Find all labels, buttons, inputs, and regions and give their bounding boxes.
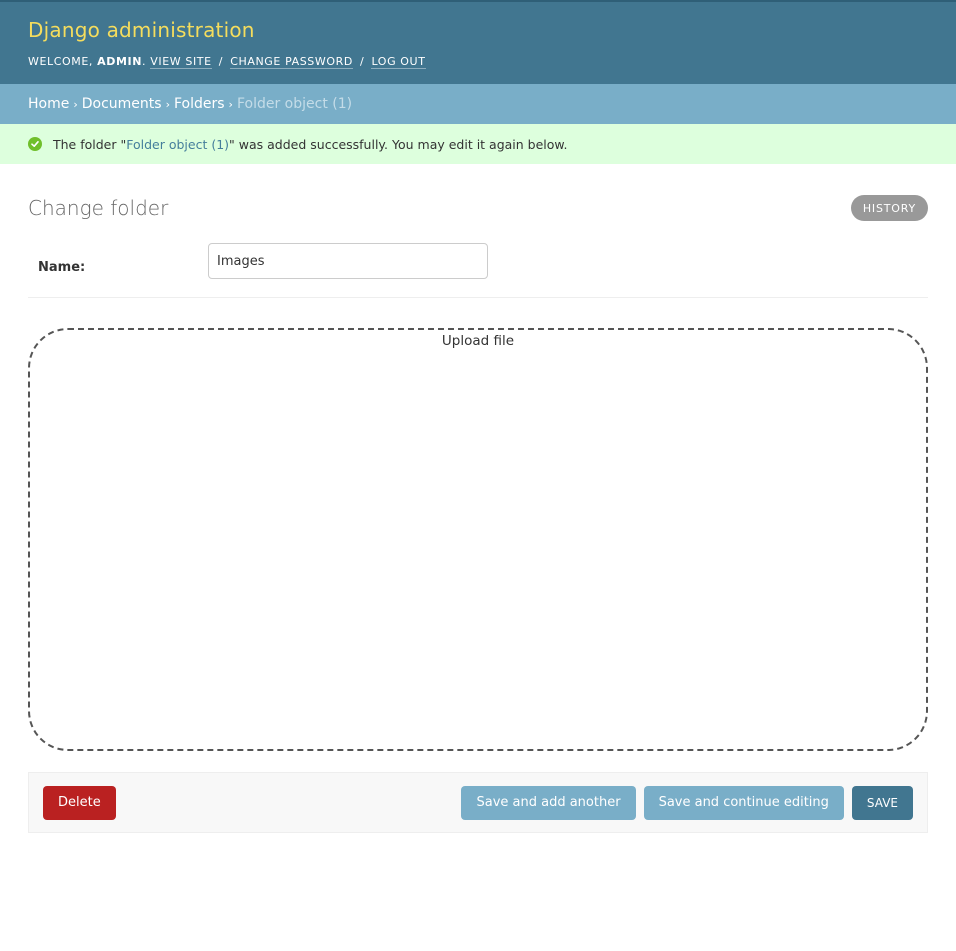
save-and-continue-button[interactable]: Save and continue editing [643,785,844,820]
main-content: Change folder HISTORY Name: Upload file … [0,164,956,833]
user-tools: WELCOME, ADMIN. VIEW SITE / CHANGE PASSW… [28,55,426,69]
breadcrumb-current: Folder object (1) [236,96,353,112]
save-button[interactable]: SAVE [851,785,913,820]
breadcrumb-separator: › [228,97,233,111]
log-out-link[interactable]: LOG OUT [371,55,426,69]
breadcrumb-home[interactable]: Home [28,96,69,112]
delete-button[interactable]: Delete [43,785,116,820]
breadcrumb: Home › Documents › Folders › Folder obje… [0,84,956,124]
upload-dropzone[interactable]: Upload file [28,328,928,751]
breadcrumb-documents[interactable]: Documents [82,96,162,112]
submit-row: Delete Save and add another Save and con… [28,772,928,833]
save-and-add-another-button[interactable]: Save and add another [461,785,636,820]
checkmark-circle-icon [28,137,42,151]
message-object-link[interactable]: Folder object (1) [126,137,229,152]
username: ADMIN [97,55,143,68]
user-tools-separator: / [360,55,365,68]
view-site-link[interactable]: VIEW SITE [150,55,212,69]
history-button[interactable]: HISTORY [850,195,928,221]
breadcrumb-folders[interactable]: Folders [174,96,225,112]
success-message: The folder " Folder object (1) " was added… [0,124,956,164]
breadcrumb-separator: › [73,97,78,111]
name-form-row: Name: [28,243,928,298]
breadcrumb-separator: › [165,97,170,111]
message-prefix: The folder " [53,136,127,152]
name-label: Name: [38,260,86,275]
change-password-link[interactable]: CHANGE PASSWORD [230,55,353,69]
message-suffix: " was added successfully. You may edit i… [229,136,568,152]
header: Django administration WELCOME, ADMIN. VI… [0,2,956,84]
page-title: Change folder [28,196,169,220]
upload-file-label: Upload file [441,333,515,349]
user-tools-separator: / [218,55,224,68]
welcome-text: WELCOME, [28,55,94,68]
name-input[interactable] [208,243,488,279]
site-branding[interactable]: Django administration [28,18,928,42]
